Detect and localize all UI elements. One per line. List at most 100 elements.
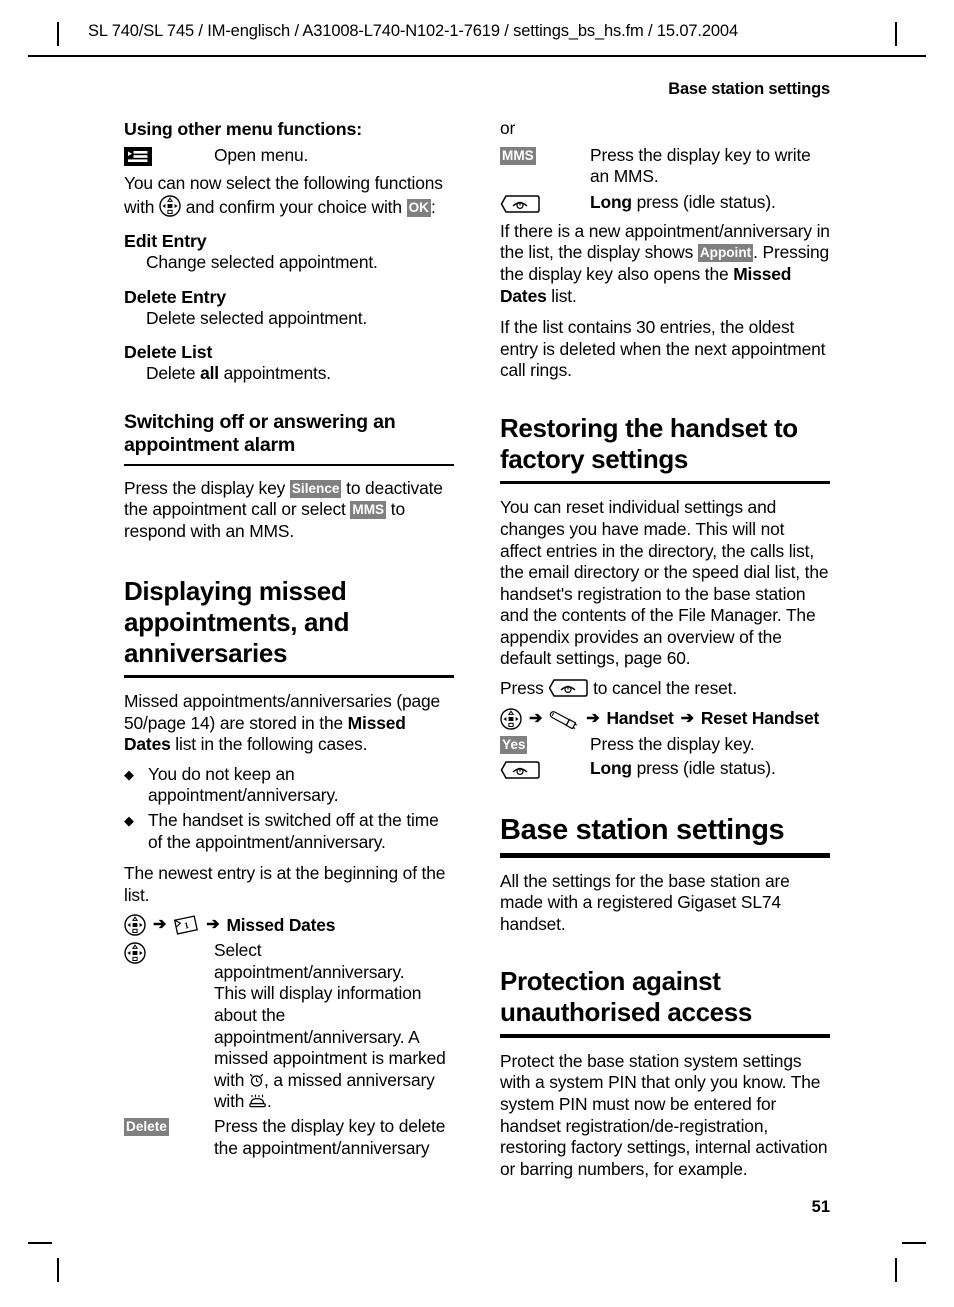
delete-key-cell: Delete bbox=[124, 1116, 214, 1137]
heading-restoring-handset-rule bbox=[500, 480, 830, 485]
list-item: ◆ The handset is switched off at the tim… bbox=[124, 810, 454, 853]
long-emphasis-2: Long bbox=[590, 758, 632, 779]
appoint-display-key-chip[interactable]: Appoint bbox=[697, 244, 754, 263]
select-appointment-description: Select appointment/anniversary. This wil… bbox=[214, 940, 454, 1113]
wrench-settings-icon bbox=[549, 709, 579, 729]
heading-restoring-handset: Restoring the handset to factory setting… bbox=[500, 412, 798, 474]
text-edit-entry: Change selected appointment. bbox=[146, 252, 378, 273]
arrow-right-icon: ➔ bbox=[153, 916, 167, 934]
cancel-part1: Press bbox=[500, 678, 549, 699]
heading-protection-unauthorised: Protection against unauthorised access bbox=[500, 966, 753, 1028]
or-label: or bbox=[500, 118, 516, 138]
diamond-bullet-icon: ◆ bbox=[124, 812, 134, 828]
delete-list-emphasis: all bbox=[200, 363, 219, 384]
text-delete-list: Delete all appointments. bbox=[124, 363, 454, 385]
end-call-long-press-description-2: Long press (idle status). bbox=[590, 758, 830, 780]
yes-confirm-row: Yes Press the display key. bbox=[500, 734, 830, 756]
menu-intro-part2: and confirm your choice with bbox=[181, 196, 407, 217]
end-call-long-press-description: Long press (idle status). bbox=[590, 192, 830, 214]
open-menu-description: Open menu. bbox=[214, 145, 309, 165]
list-item: ◆ You do not keep an appointment/anniver… bbox=[124, 764, 454, 807]
select-appointment-row: Select appointment/anniversary. This wil… bbox=[124, 940, 454, 1113]
delete-display-key-chip[interactable]: Delete bbox=[124, 1118, 169, 1137]
select-appointment-line1: Select appointment/anniversary. bbox=[214, 940, 405, 982]
end-call-key-cell-2 bbox=[500, 758, 590, 781]
menu-path-reset-handset: ➔ ➔ Handset ➔ Reset Handset bbox=[500, 707, 830, 730]
menu-key-icon bbox=[124, 147, 152, 166]
navigation-key-icon bbox=[124, 942, 146, 964]
heading-base-station-settings: Base station settings bbox=[500, 814, 785, 847]
base-station-body: All the settings for the base station ar… bbox=[500, 870, 790, 934]
heading-using-other-menu-functions: Using other menu functions: bbox=[124, 119, 362, 139]
page-number: 51 bbox=[811, 1198, 830, 1216]
mms-key-cell: MMS bbox=[500, 145, 590, 166]
navigation-key-icon bbox=[159, 194, 181, 217]
silence-display-key-chip[interactable]: Silence bbox=[289, 479, 342, 498]
running-title: Base station settings bbox=[668, 80, 830, 98]
heading-base-station-settings-rule bbox=[500, 853, 830, 858]
end-call-key-icon bbox=[500, 760, 540, 780]
newest-entry-note: The newest entry is at the beginning of … bbox=[124, 863, 446, 905]
navigation-key-icon bbox=[124, 914, 146, 936]
heading-displaying-missed-rule bbox=[124, 674, 454, 678]
heading-displaying-missed: Displaying missed appointments, and anni… bbox=[124, 575, 350, 668]
birthday-cake-icon bbox=[249, 1094, 267, 1108]
end-call-long-press-row-2: Long press (idle status). bbox=[500, 758, 830, 781]
menu-intro-part3: : bbox=[430, 196, 436, 217]
delete-appointment-row: Delete Press the display key to delete t… bbox=[124, 1116, 454, 1159]
mms-display-key-chip[interactable]: MMS bbox=[500, 146, 536, 165]
long-press-text-2: press (idle status). bbox=[631, 758, 776, 779]
open-menu-key-cell bbox=[124, 145, 214, 167]
menu-path-label-handset[interactable]: Handset bbox=[606, 708, 673, 729]
diamond-bullet-icon: ◆ bbox=[124, 766, 134, 782]
heading-switching-off: Switching off or answering an appointmen… bbox=[124, 410, 396, 457]
cancel-part2: to cancel the reset. bbox=[588, 678, 738, 699]
menu-path-missed-dates: ➔ 1 ➔ Missed Dates bbox=[124, 914, 454, 936]
delete-appointment-description: Press the display key to delete the appo… bbox=[214, 1116, 446, 1158]
page: Base station settings 51 Using other men… bbox=[0, 0, 954, 1307]
mms-row-description: Press the display key to write an MMS. bbox=[590, 144, 811, 187]
menu-path-label-missed-dates[interactable]: Missed Dates bbox=[226, 915, 335, 936]
yes-display-key-chip[interactable]: Yes bbox=[500, 735, 528, 754]
end-call-key-cell bbox=[500, 192, 590, 215]
cancel-reset-note: Press to cancel the reset. bbox=[500, 678, 830, 700]
missed-cases-list: ◆ You do not keep an appointment/anniver… bbox=[124, 764, 454, 853]
end-call-key-icon bbox=[548, 678, 589, 698]
menu-functions-intro: You can now select the following functio… bbox=[124, 173, 454, 218]
open-menu-row: Open menu. bbox=[124, 145, 454, 167]
calendar-icon: 1 bbox=[173, 915, 199, 936]
heading-delete-entry: Delete Entry bbox=[124, 286, 226, 307]
heading-edit-entry: Edit Entry bbox=[124, 231, 207, 252]
yes-key-cell: Yes bbox=[500, 734, 590, 755]
end-call-key-icon bbox=[500, 194, 540, 214]
text-delete-entry: Delete selected appointment. bbox=[146, 307, 368, 328]
arrow-right-icon: ➔ bbox=[206, 916, 220, 934]
arrow-right-icon: ➔ bbox=[529, 709, 543, 727]
ok-display-key-chip[interactable]: OK bbox=[406, 198, 431, 217]
end-call-long-press-row: Long press (idle status). bbox=[500, 192, 830, 215]
select-appointment-line4: . bbox=[267, 1091, 272, 1112]
restoring-body: You can reset individual settings and ch… bbox=[500, 497, 829, 669]
mms-row: MMS Press the display key to write an MM… bbox=[500, 145, 830, 188]
delete-list-prefix: Delete bbox=[146, 363, 201, 384]
menu-path-label-reset-handset[interactable]: Reset Handset bbox=[701, 708, 819, 729]
svg-text:1: 1 bbox=[184, 920, 191, 931]
list-limit-note: If the list contains 30 entries, the old… bbox=[500, 317, 826, 381]
heading-switching-off-rule bbox=[124, 463, 454, 466]
missed-intro-part2: list in the following cases. bbox=[170, 734, 368, 755]
heading-protection-unauthorised-rule bbox=[500, 1034, 830, 1038]
select-appointment-key-cell bbox=[124, 940, 214, 965]
mms-display-key-chip[interactable]: MMS bbox=[350, 501, 387, 520]
navigation-key-icon bbox=[500, 707, 522, 730]
delete-list-suffix: appointments. bbox=[218, 363, 331, 384]
arrow-right-icon: ➔ bbox=[680, 709, 694, 727]
long-press-text: press (idle status). bbox=[631, 191, 776, 212]
appointment-display-note: If there is a new appointment/anniversar… bbox=[500, 221, 830, 307]
missed-intro: Missed appointments/anniversaries (page … bbox=[124, 691, 454, 756]
alarm-clock-icon bbox=[249, 1072, 264, 1088]
yes-confirm-description: Press the display key. bbox=[590, 733, 755, 754]
appointment-note-part3: list. bbox=[546, 285, 577, 306]
heading-delete-list: Delete List bbox=[124, 342, 213, 363]
bullet-text-2: The handset is switched off at the time … bbox=[148, 809, 439, 852]
right-column: or MMS Press the display key to write an… bbox=[500, 118, 830, 1188]
